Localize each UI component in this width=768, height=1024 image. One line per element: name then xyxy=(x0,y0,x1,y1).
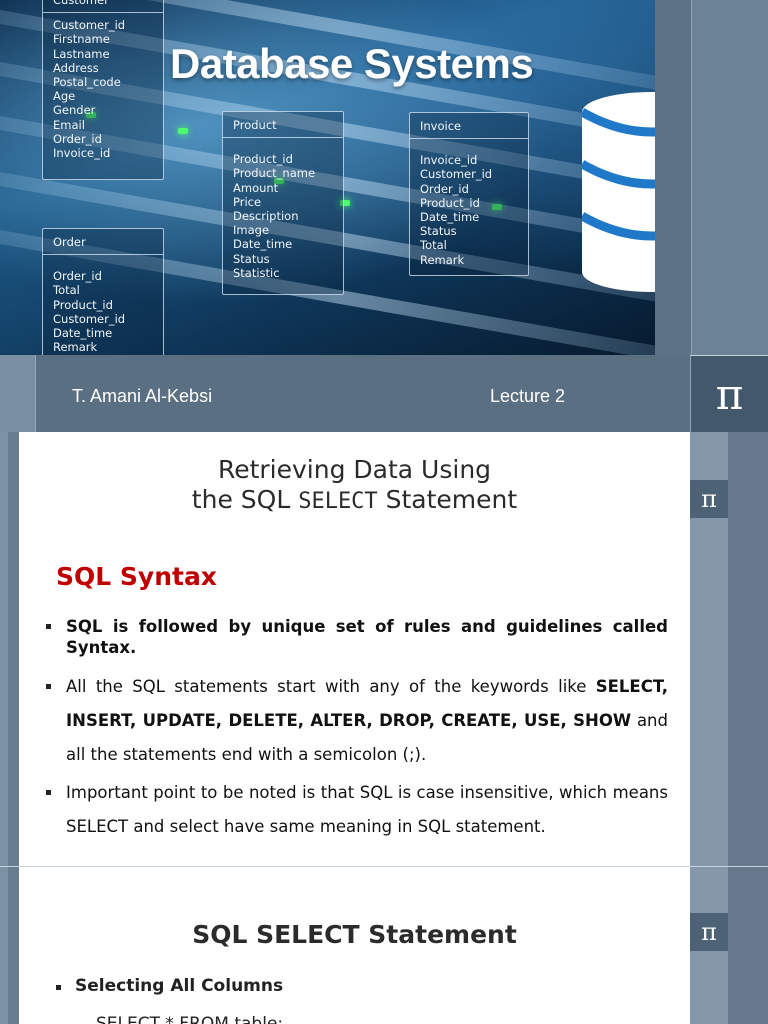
field: Customer_id xyxy=(53,18,126,33)
lecture-label: Lecture 2 xyxy=(490,386,566,406)
field: Invoice_id xyxy=(53,146,111,161)
order-fields: Order_id Total Product_id Customer_id Da… xyxy=(43,255,163,355)
product-table-diagram: Product Product_id Product_name Amount P… xyxy=(222,111,344,295)
slide3-title: SQL SELECT Statement xyxy=(192,920,517,949)
field: Age xyxy=(53,89,76,104)
author-name: T. Amani Al-Kebsi xyxy=(72,386,213,406)
field: Date_time xyxy=(53,326,113,341)
title-line-1: Retrieving Data Using xyxy=(217,455,492,484)
syntax-bullet-list: SQL is followed by unique set of rules a… xyxy=(46,616,668,844)
bullet-item: SQL is followed by unique set of rules a… xyxy=(46,616,668,658)
pi-logo-box: π xyxy=(690,355,768,432)
field: Gender xyxy=(53,103,96,118)
footer-band-edge xyxy=(0,355,36,432)
field: Address xyxy=(53,60,99,75)
pi-icon: π xyxy=(701,918,717,946)
customer-table-title: Customer xyxy=(43,0,163,14)
order-table-diagram: Order Order_id Total Product_id Customer… xyxy=(42,228,164,355)
field: Order_id xyxy=(53,131,102,146)
field: Date_time xyxy=(233,237,293,252)
field: Date_time xyxy=(420,210,480,225)
product-fields: Product_id Product_name Amount Price Des… xyxy=(223,138,343,285)
title-slide: Customer Customer_id Firstname Lastname … xyxy=(0,0,768,432)
title-line-2-prefix: the SQL xyxy=(191,485,299,514)
field: Lastname xyxy=(53,46,110,61)
field: Description xyxy=(233,209,299,224)
selecting-all-columns-bullet: Selecting All Columns xyxy=(56,976,283,996)
field: Total xyxy=(420,238,447,253)
slide3-left-frame xyxy=(0,867,19,1024)
slide3-pi-box: π xyxy=(690,913,728,951)
invoice-table-diagram: Invoice Invoice_id Customer_id Order_id … xyxy=(409,112,529,276)
field: Customer_id xyxy=(53,311,126,326)
field: Customer_id xyxy=(420,167,493,182)
field: Order_id xyxy=(420,181,469,196)
invoice-fields: Invoice_id Customer_id Order_id Product_… xyxy=(410,139,528,272)
slide2-title: Retrieving Data Using the SQL SELECT Sta… xyxy=(19,455,690,517)
field: Remark xyxy=(53,340,98,355)
customer-fields: Customer_id Firstname Lastname Address P… xyxy=(43,13,163,165)
field: Price xyxy=(233,194,262,209)
presentation-title: Database Systems xyxy=(170,40,534,87)
title-line-2-suffix: Statement xyxy=(377,485,518,514)
field: Firstname xyxy=(53,32,110,47)
invoice-table-title: Invoice xyxy=(410,113,528,140)
field: Postal_code xyxy=(53,75,121,90)
field: Remark xyxy=(420,252,465,267)
field: Email xyxy=(53,117,85,132)
field: Product_id xyxy=(53,297,113,312)
slide2-pi-box: π xyxy=(690,480,728,518)
field: Invoice_id xyxy=(420,153,478,168)
pi-icon: π xyxy=(701,485,717,513)
field: Amount xyxy=(233,180,279,195)
order-table-title: Order xyxy=(43,229,163,256)
field: Product_id xyxy=(420,195,480,210)
product-table-title: Product xyxy=(223,112,343,139)
field: Statistic xyxy=(233,265,280,280)
title-line-2-code: SELECT xyxy=(298,489,378,514)
field: Status xyxy=(233,251,270,266)
bullet-text: All the SQL statements start with any of… xyxy=(66,677,596,696)
database-cylinder-icon xyxy=(582,92,655,292)
pi-icon: π xyxy=(715,370,744,419)
field: Total xyxy=(53,283,80,298)
sql-syntax-heading: SQL Syntax xyxy=(56,562,217,591)
field: Product_id xyxy=(233,152,293,167)
field: Product_name xyxy=(233,166,316,181)
right-frame xyxy=(655,0,768,355)
bullet-item: Important point to be noted is that SQL … xyxy=(46,776,668,844)
field: Status xyxy=(420,224,457,239)
field: Image xyxy=(233,223,270,238)
customer-table-diagram: Customer Customer_id Firstname Lastname … xyxy=(42,0,164,180)
sql-code-line: SELECT * FROM table; xyxy=(96,1014,284,1024)
bullet-item: All the SQL statements start with any of… xyxy=(46,670,668,772)
field: Order_id xyxy=(53,269,102,284)
slide2-left-frame xyxy=(0,432,19,866)
